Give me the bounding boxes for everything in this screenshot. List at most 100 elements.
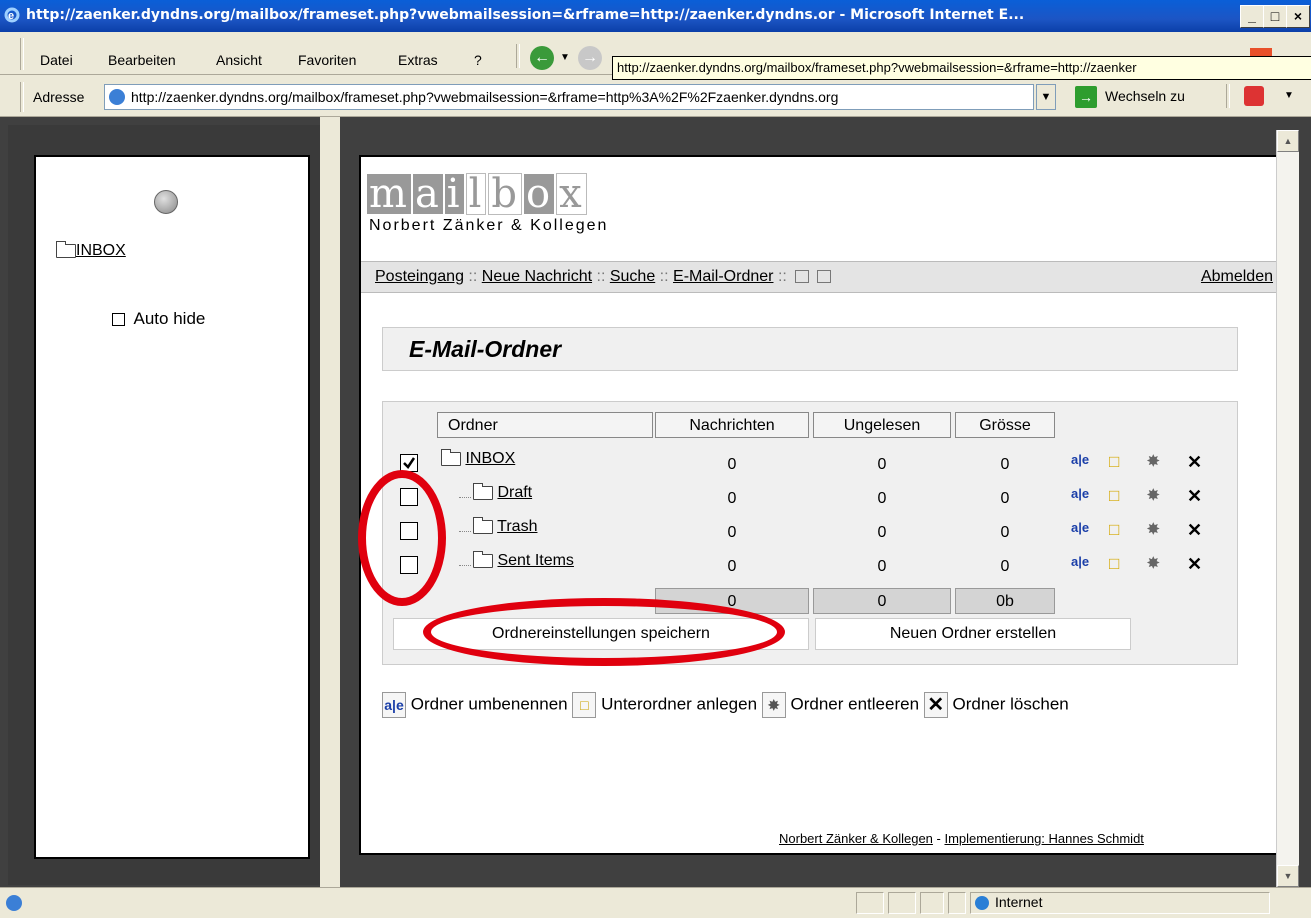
rename-icon[interactable]: a|e [1071, 554, 1089, 569]
new-subfolder-icon[interactable]: □ [1109, 520, 1119, 540]
main-nav: Posteingang :: Neue Nachricht :: Suche :… [361, 261, 1291, 293]
address-input[interactable]: http://zaenker.dyndns.org/mailbox/frames… [104, 84, 1034, 110]
page-icon [109, 89, 125, 105]
logo-letter: m [367, 171, 411, 217]
table-row: INBOX 0 0 0 a|e □ ✸ ✕ [383, 446, 1237, 480]
pdf-icon[interactable] [1244, 86, 1264, 106]
logo-letter: b [488, 173, 522, 215]
table-row: Sent Items 0 0 0 a|e □ ✸ ✕ [383, 548, 1237, 582]
folder-tree-panel: INBOX Auto hide [34, 155, 310, 859]
address-grip [20, 82, 24, 112]
folder-link[interactable]: INBOX [465, 450, 515, 467]
nav-inbox[interactable]: Posteingang [375, 268, 464, 285]
go-arrow-icon: → [1075, 86, 1097, 108]
scroll-up-button[interactable]: ▲ [1277, 130, 1299, 152]
layout-single-icon[interactable] [817, 270, 832, 284]
delete-icon[interactable]: ✕ [1187, 452, 1202, 473]
new-subfolder-icon[interactable]: □ [1109, 486, 1119, 506]
folder-select-checkbox[interactable] [400, 454, 418, 472]
folder-select-checkbox[interactable] [400, 488, 418, 506]
footer-company-link[interactable]: Norbert Zänker & Kollegen [779, 831, 933, 846]
footer-impl-link[interactable]: Implementierung: Hannes Schmidt [944, 831, 1143, 846]
legend-empty: Ordner entleeren [790, 694, 920, 714]
menu-bearbeiten[interactable]: Bearbeiten [108, 52, 176, 68]
status-panel [856, 892, 884, 914]
section-header: E-Mail-Ordner [382, 327, 1238, 371]
rename-icon[interactable]: a|e [1071, 520, 1089, 535]
folder-link[interactable]: Trash [497, 518, 537, 535]
forward-icon[interactable]: → [578, 46, 602, 70]
rename-icon: a|e [382, 692, 406, 718]
logout-link[interactable]: Abmelden [1201, 262, 1273, 292]
total-unread: 0 [813, 588, 951, 614]
logo-letter: a [412, 171, 443, 217]
menu-favoriten[interactable]: Favoriten [298, 52, 356, 68]
logo-letter: o [524, 171, 555, 217]
address-value: http://zaenker.dyndns.org/mailbox/frames… [131, 89, 839, 105]
menu-help[interactable]: ? [474, 52, 482, 68]
folder-select-checkbox[interactable] [400, 522, 418, 540]
folder-link[interactable]: Draft [497, 484, 532, 501]
new-subfolder-icon[interactable]: □ [1109, 452, 1119, 472]
folder-messages: 0 [727, 456, 737, 473]
nav-folders[interactable]: E-Mail-Ordner [673, 268, 773, 285]
menu-datei[interactable]: Datei [40, 52, 73, 68]
minimize-button[interactable]: _ [1240, 5, 1264, 28]
folder-messages: 0 [727, 524, 737, 541]
folder-link[interactable]: Sent Items [497, 552, 573, 569]
legend-delete: Ordner löschen [952, 694, 1069, 714]
window-title-bar[interactable]: e http://zaenker.dyndns.org/mailbox/fram… [0, 0, 1311, 32]
folder-icon [441, 448, 461, 466]
url-tooltip: http://zaenker.dyndns.org/mailbox/frames… [612, 56, 1311, 80]
delete-icon[interactable]: ✕ [1187, 486, 1202, 507]
maximize-button[interactable]: □ [1263, 5, 1287, 28]
folder-icon [473, 482, 493, 500]
rename-icon[interactable]: a|e [1071, 486, 1089, 501]
menu-extras[interactable]: Extras [398, 52, 438, 68]
delete-icon[interactable]: ✕ [1187, 520, 1202, 541]
layout-split-icon[interactable] [795, 270, 810, 284]
menu-ansicht[interactable]: Ansicht [216, 52, 262, 68]
new-subfolder-icon[interactable]: □ [1109, 554, 1119, 574]
autohide-checkbox[interactable] [112, 313, 125, 327]
window-title: http://zaenker.dyndns.org/mailbox/frames… [26, 7, 1025, 23]
create-folder-button[interactable]: Neuen Ordner erstellen [815, 618, 1131, 650]
nav-new-message[interactable]: Neue Nachricht [482, 268, 592, 285]
pdf-dropdown-icon[interactable]: ▼ [1284, 90, 1294, 101]
toolbar-separator [1226, 84, 1230, 108]
logo-letter: x [556, 173, 587, 215]
col-unread: Ungelesen [813, 412, 951, 438]
tree-inbox[interactable]: INBOX [56, 240, 126, 260]
folder-unread: 0 [877, 558, 887, 575]
close-button[interactable]: × [1286, 5, 1310, 28]
scroll-down-button[interactable]: ▼ [1277, 865, 1299, 887]
globe-icon [975, 896, 989, 910]
go-button[interactable]: → Wechseln zu [1075, 86, 1215, 110]
frame-splitter[interactable] [320, 117, 340, 887]
rename-icon[interactable]: a|e [1071, 452, 1089, 467]
nav-search[interactable]: Suche [610, 268, 655, 285]
autohide-option[interactable]: Auto hide [112, 309, 205, 329]
autohide-label: Auto hide [133, 309, 206, 328]
save-folder-settings-button[interactable]: Ordnereinstellungen speichern [393, 618, 809, 650]
right-frame: mailbox Norbert Zänker & Kollegen Postei… [342, 117, 1311, 887]
nav-separator: :: [659, 268, 669, 285]
back-icon[interactable]: ← [530, 46, 554, 70]
refresh-icon[interactable] [154, 190, 178, 214]
folder-unread: 0 [877, 456, 887, 473]
folder-size: 0 [1000, 456, 1010, 473]
delete-icon[interactable]: ✕ [1187, 554, 1202, 575]
empty-folder-icon[interactable]: ✸ [1147, 452, 1160, 470]
address-bar-row: Adresse http://zaenker.dyndns.org/mailbo… [0, 76, 1311, 117]
tree-inbox-link[interactable]: INBOX [76, 242, 126, 259]
nav-separator: :: [777, 268, 787, 285]
address-label: Adresse [33, 89, 85, 105]
vertical-scrollbar[interactable]: ▲ ▼ [1276, 130, 1299, 887]
empty-folder-icon[interactable]: ✸ [1147, 520, 1160, 538]
address-dropdown-button[interactable]: ▼ [1036, 84, 1056, 110]
footer-separator: - [932, 831, 945, 846]
empty-folder-icon[interactable]: ✸ [1147, 554, 1160, 572]
empty-folder-icon[interactable]: ✸ [1147, 486, 1160, 504]
back-dropdown-icon[interactable]: ▼ [560, 52, 570, 63]
folder-select-checkbox[interactable] [400, 556, 418, 574]
